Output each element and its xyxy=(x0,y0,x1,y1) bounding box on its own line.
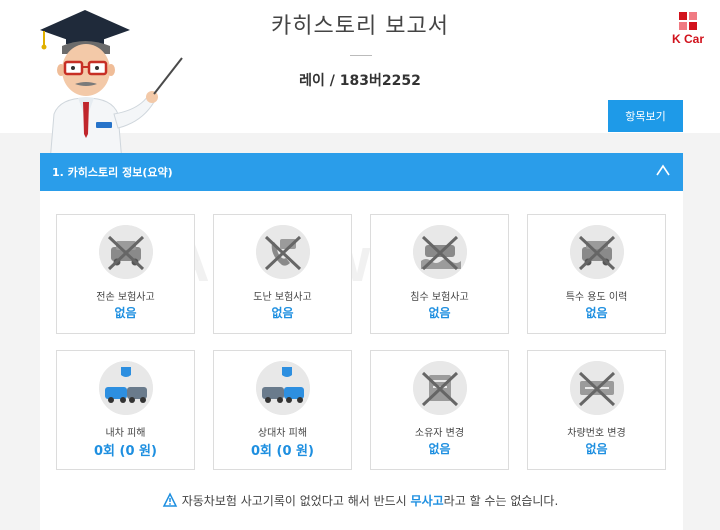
card-total-loss: 전손 보험사고 없음 xyxy=(56,214,195,334)
card-special-use: 특수 용도 이력 없음 xyxy=(527,214,666,334)
notice-text-before: 자동차보험 사고기록이 없었다고 해서 반드시 xyxy=(181,494,411,508)
other-car-damage-icon xyxy=(256,361,310,415)
notice-text-after: 라고 할 수는 없습니다. xyxy=(443,494,559,508)
owner-change-icon xyxy=(413,361,467,415)
summary-panel: 1. 카히스토리 정보(요약) xyxy=(40,153,683,530)
card-own-damage: 내차 피해 0회 (0 원) xyxy=(56,350,195,470)
summary-panel-header[interactable]: 1. 카히스토리 정보(요약) xyxy=(40,153,683,191)
view-items-button[interactable]: 항목보기 xyxy=(608,100,683,132)
card-other-damage: 상대차 피해 0회 (0 원) xyxy=(213,350,352,470)
card-label: 도난 보험사고 xyxy=(253,292,312,303)
page-title: 카히스토리 보고서 xyxy=(271,14,449,39)
own-car-damage-icon xyxy=(99,361,153,415)
plate-change-icon xyxy=(570,361,624,415)
card-label: 상대차 피해 xyxy=(257,428,308,439)
card-flood: 침수 보험사고 없음 xyxy=(370,214,509,334)
card-value: 없음 xyxy=(428,442,451,456)
card-value: 0회 (0 원) xyxy=(94,444,157,459)
card-label: 차량번호 변경 xyxy=(567,428,626,439)
card-owner-change: 소유자 변경 없음 xyxy=(370,350,509,470)
card-label: 전손 보험사고 xyxy=(96,292,155,303)
card-label: 침수 보험사고 xyxy=(410,292,469,303)
card-value: 없음 xyxy=(585,306,608,320)
card-value: 0회 (0 원) xyxy=(251,444,314,459)
card-label: 소유자 변경 xyxy=(414,428,465,439)
vehicle-info: 레이 / 183버2252 xyxy=(299,73,421,89)
kcar-logo-icon xyxy=(679,12,697,30)
card-theft: 도난 보험사고 없음 xyxy=(213,214,352,334)
chevron-up-icon[interactable] xyxy=(655,163,671,179)
card-plate-change: 차량번호 변경 없음 xyxy=(527,350,666,470)
special-use-car-icon xyxy=(570,225,624,279)
card-label: 특수 용도 이력 xyxy=(565,292,628,303)
card-value: 없음 xyxy=(428,306,451,320)
total-loss-car-icon xyxy=(99,225,153,279)
card-value: 없음 xyxy=(271,306,294,320)
card-value: 없음 xyxy=(114,306,137,320)
card-label: 내차 피해 xyxy=(105,428,146,439)
flood-car-icon xyxy=(413,225,467,279)
warning-icon xyxy=(162,492,177,507)
summary-panel-title: 1. 카히스토리 정보(요약) xyxy=(52,166,173,179)
notice-message: 자동차보험 사고기록이 없었다고 해서 반드시 무사고라고 할 수는 없습니다. xyxy=(0,492,720,509)
kcar-logo[interactable]: K Car xyxy=(666,12,710,52)
title-divider xyxy=(350,55,372,56)
theft-phone-icon xyxy=(256,225,310,279)
notice-highlight: 무사고 xyxy=(410,494,444,508)
card-value: 없음 xyxy=(585,442,608,456)
logo-text: K Car xyxy=(671,32,704,46)
